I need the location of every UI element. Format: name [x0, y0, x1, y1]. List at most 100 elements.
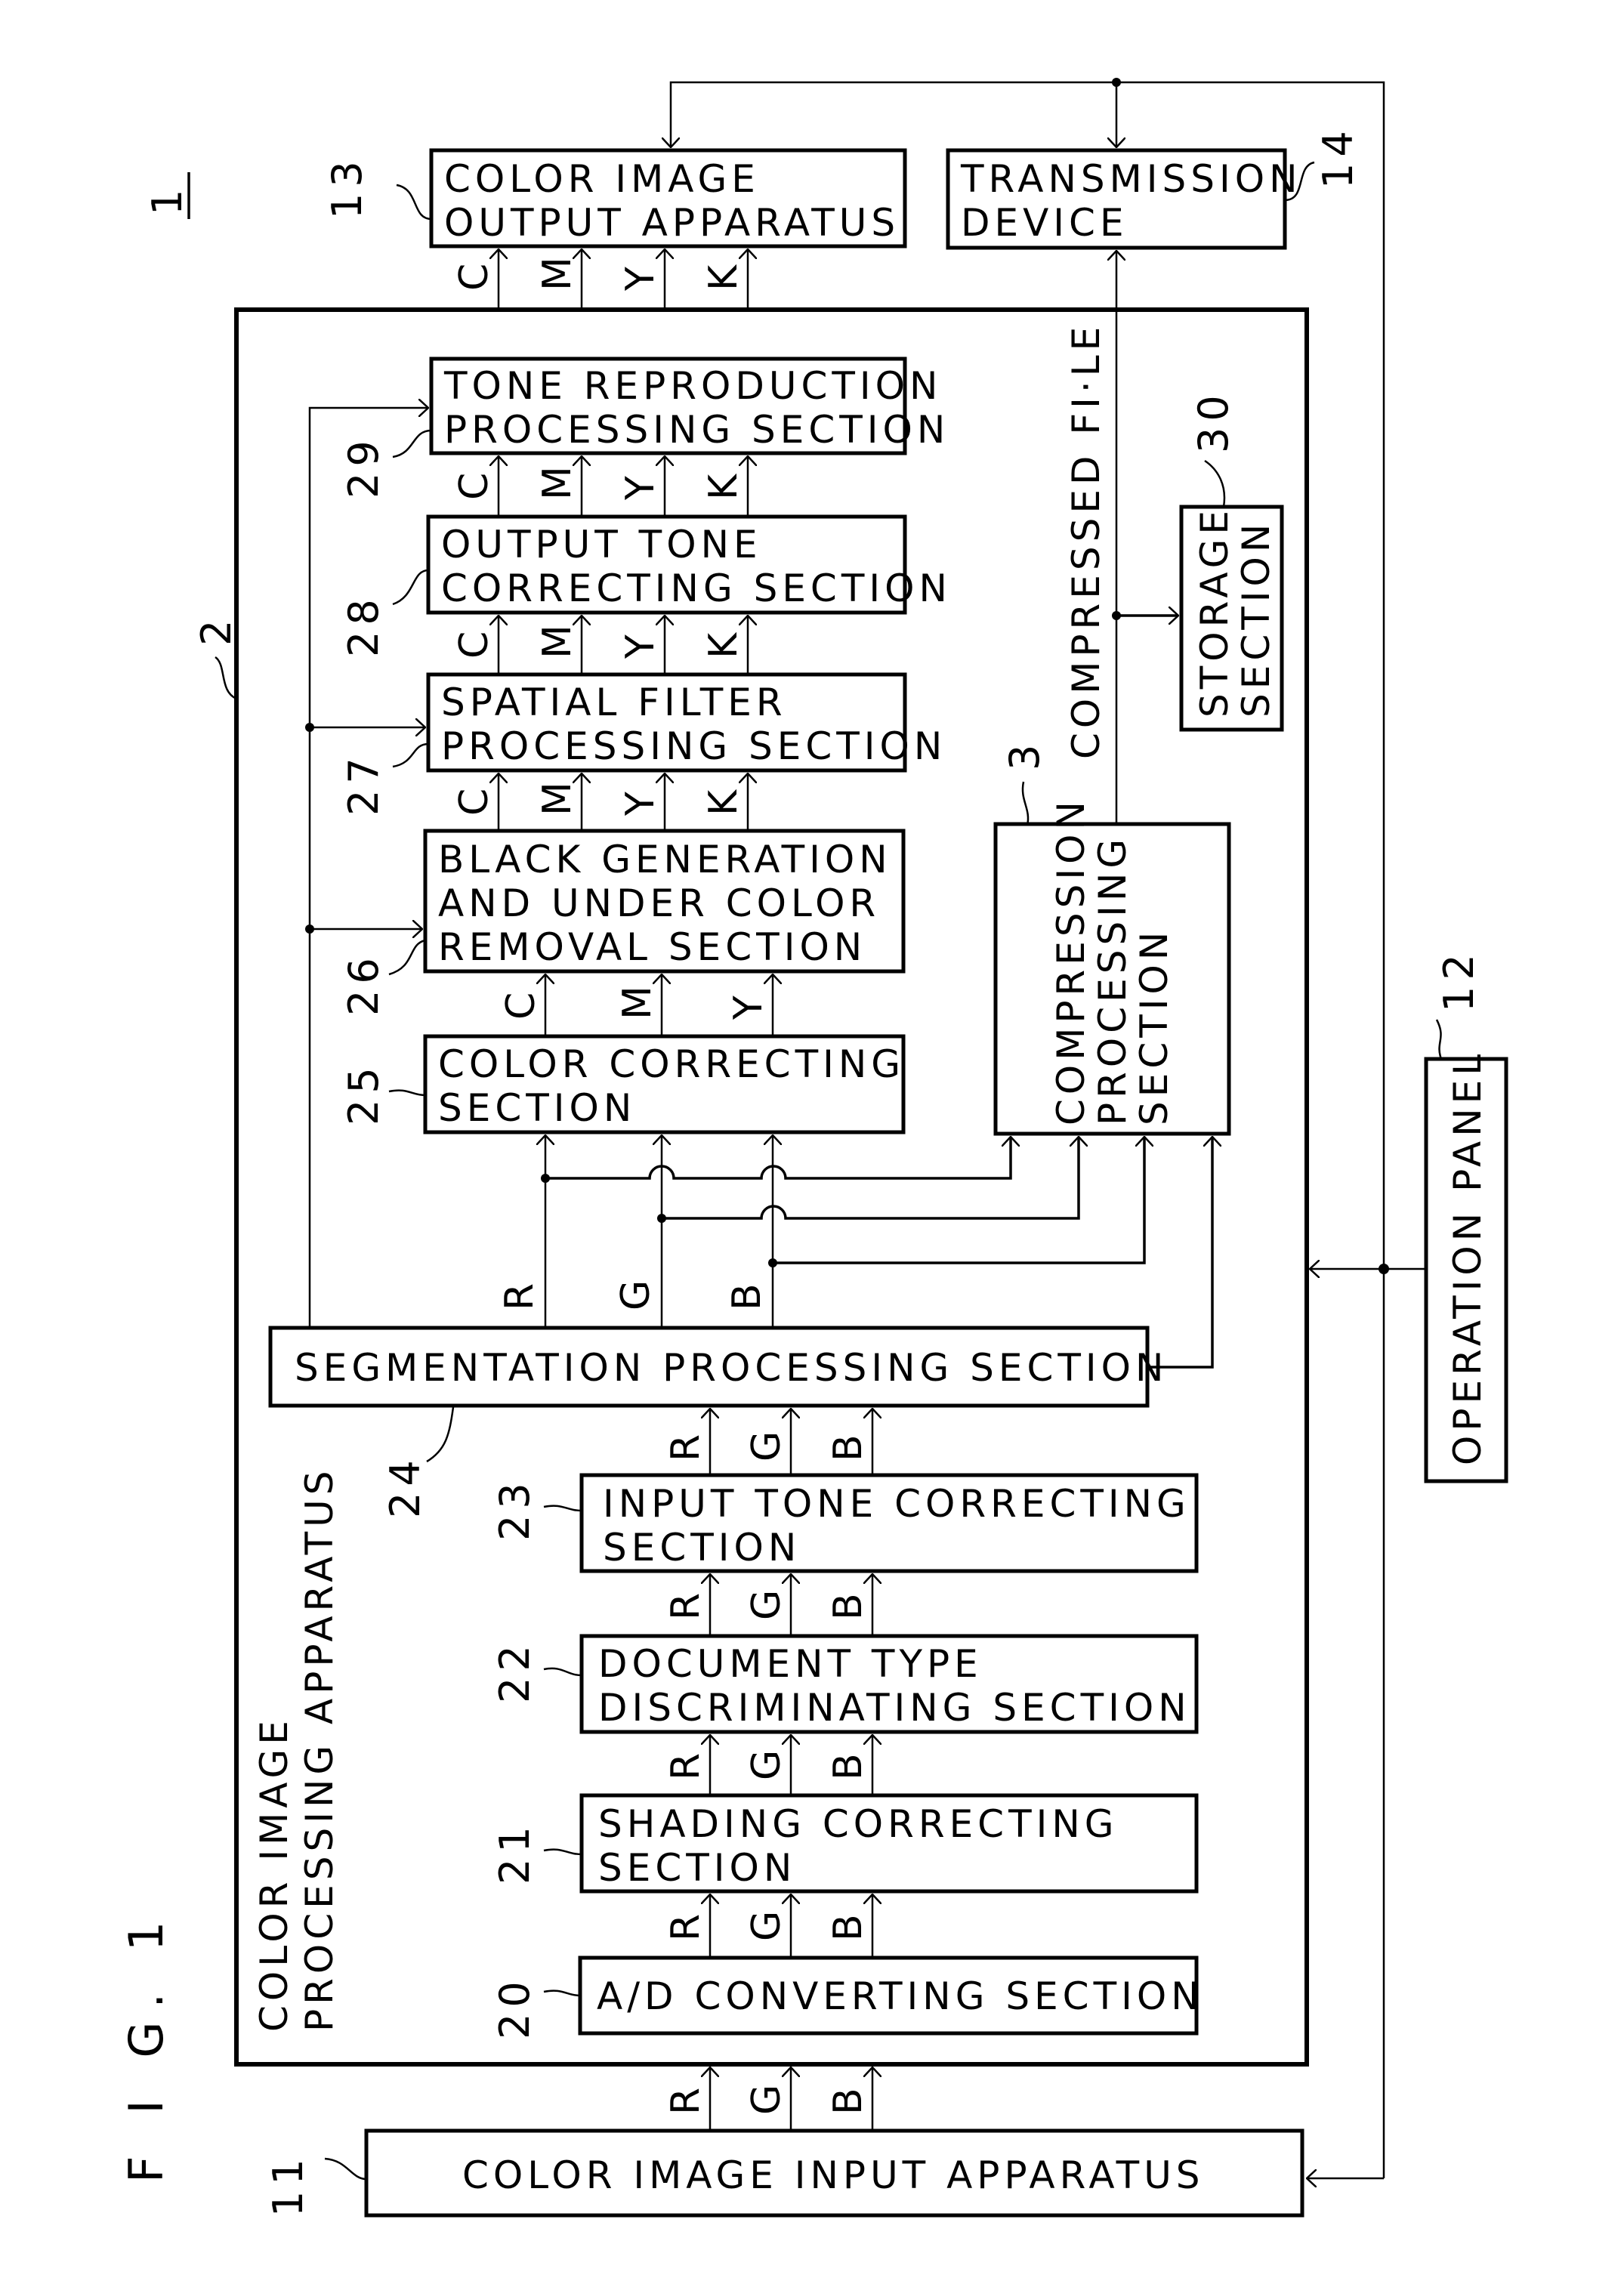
signal-label: M — [535, 782, 580, 816]
panel-junction — [1379, 1264, 1389, 1274]
signal-label: C — [452, 789, 497, 816]
signal-label: B — [826, 1914, 871, 1941]
spatial-filter-line2: PROCESSING SECTION — [441, 724, 946, 768]
tone-reproduction-line2: PROCESSING SECTION — [444, 408, 949, 452]
signal-label: Y — [618, 476, 663, 501]
rgb-11-to-20: R G B — [663, 2067, 872, 2131]
signal-label: G — [744, 1750, 789, 1780]
black-generation-line1: BLACK GENERATION — [438, 838, 892, 881]
signal-label: C — [452, 631, 497, 659]
figure-title: F I G. 1 — [119, 1908, 174, 2183]
leader-13 — [396, 184, 432, 221]
ref-11: 11 — [264, 2153, 312, 2217]
storage-junction — [1112, 611, 1121, 620]
signal-label: R — [663, 1753, 709, 1780]
ref-14: 14 — [1314, 125, 1362, 189]
leader-12 — [1435, 1019, 1443, 1060]
signal-y: Y — [618, 267, 663, 292]
compression-line1: COMPRESSION — [1049, 797, 1093, 1125]
signal-label: G — [744, 1911, 789, 1941]
ref-20: 20 — [491, 1975, 539, 2039]
transmission-device-line1: TRANSMISSION — [960, 157, 1301, 201]
tone-reproduction-line1: TONE REPRODUCTION — [443, 364, 942, 408]
signal-label: R — [663, 2088, 709, 2115]
signal-label: R — [663, 1434, 709, 1462]
document-type-line2: DISCRIMINATING SECTION — [598, 1686, 1191, 1730]
ref-13: 13 — [323, 155, 371, 219]
black-generation-line3: REMOVAL SECTION — [438, 925, 866, 969]
shading-line1: SHADING CORRECTING — [598, 1802, 1119, 1846]
transmission-device-line2: DEVICE — [961, 201, 1128, 245]
processing-apparatus-label-line1: COLOR IMAGE — [252, 1716, 296, 2032]
shading-line2: SECTION — [598, 1846, 796, 1890]
segmentation-label: SEGMENTATION PROCESSING SECTION — [295, 1346, 1168, 1390]
cmyk-to-output: C M Y K — [452, 249, 748, 310]
processing-apparatus-label-line2: PROCESSING APPARATUS — [298, 1467, 341, 2032]
ref-2: 2 — [193, 614, 240, 646]
junction-dot — [541, 1174, 550, 1183]
signal-label: K — [701, 473, 746, 500]
output-tone-line1: OUTPUT TONE — [441, 523, 762, 566]
signal-label: M — [535, 625, 580, 659]
operation-panel-label: OPERATION PANEL — [1446, 1050, 1490, 1465]
compressed-file-label: COMPRESSED FI·LE — [1064, 323, 1108, 759]
input-tone-line2: SECTION — [603, 1526, 801, 1570]
ref-24: 24 — [381, 1454, 429, 1518]
leader-11 — [324, 2157, 367, 2181]
signal-label: G — [744, 1431, 789, 1462]
ref-23: 23 — [491, 1477, 539, 1541]
storage-line2: SECTION — [1234, 520, 1278, 718]
signal-label: C — [452, 473, 497, 500]
compression-line3: SECTION — [1132, 928, 1176, 1125]
document-type-line1: DOCUMENT TYPE — [598, 1642, 983, 1686]
ref-3: 3 — [1001, 739, 1048, 770]
compression-line2: PROCESSING — [1091, 835, 1135, 1125]
storage-line1: STORAGE — [1193, 506, 1237, 718]
bus-junction-top — [1112, 78, 1121, 87]
signal-label: B — [826, 1753, 871, 1780]
signal-label: R — [663, 1593, 709, 1620]
signal-label: R — [497, 1283, 542, 1310]
signal-label: B — [724, 1283, 770, 1310]
ad-converting-label: A/D CONVERTING SECTION — [597, 1974, 1204, 2018]
system-ref-number: 1 — [144, 184, 191, 215]
seg-junction-27 — [305, 723, 314, 732]
spatial-filter-line1: SPATIAL FILTER — [441, 681, 787, 724]
ref-12: 12 — [1435, 948, 1483, 1012]
signal-label: G — [744, 2085, 789, 2115]
output-tone-line2: CORRECTING SECTION — [441, 566, 952, 610]
ref-29: 29 — [340, 434, 387, 499]
signal-m: M — [535, 257, 580, 291]
black-generation-line2: AND UNDER COLOR — [438, 881, 880, 925]
signal-label: Y — [726, 996, 771, 1020]
signal-label: B — [826, 1593, 871, 1620]
signal-label: R — [663, 1914, 709, 1941]
ref-26: 26 — [340, 952, 387, 1016]
signal-label: C — [499, 992, 544, 1020]
ref-28: 28 — [340, 593, 387, 657]
leader-2 — [215, 656, 237, 700]
signal-label: Y — [618, 792, 663, 816]
color-correcting-line1: COLOR CORRECTING — [438, 1042, 905, 1086]
signal-label: K — [701, 631, 746, 659]
ref-27: 27 — [340, 752, 387, 816]
signal-label: M — [615, 986, 660, 1020]
block-diagram: F I G. 1 1 COLOR IMAGE PROCESSING APPARA… — [119, 78, 1508, 2218]
ref-25: 25 — [340, 1061, 387, 1125]
color-correcting-line2: SECTION — [438, 1086, 636, 1130]
junction-dot — [657, 1214, 666, 1223]
signal-label: B — [826, 1434, 871, 1462]
signal-k: K — [701, 264, 746, 291]
signal-label: K — [701, 789, 746, 816]
seg-junction-26 — [305, 925, 314, 934]
ref-21: 21 — [491, 1820, 539, 1885]
color-image-input-label: COLOR IMAGE INPUT APPARATUS — [462, 2153, 1205, 2197]
color-image-output-line1: COLOR IMAGE — [444, 157, 760, 201]
ref-30: 30 — [1190, 389, 1237, 453]
junction-dot — [768, 1258, 777, 1267]
signal-label: G — [613, 1280, 659, 1310]
signal-c: C — [452, 264, 497, 291]
signal-label: B — [826, 2088, 871, 2115]
color-image-output-line2: OUTPUT APPARATUS — [444, 201, 900, 245]
signal-label: Y — [618, 634, 663, 659]
